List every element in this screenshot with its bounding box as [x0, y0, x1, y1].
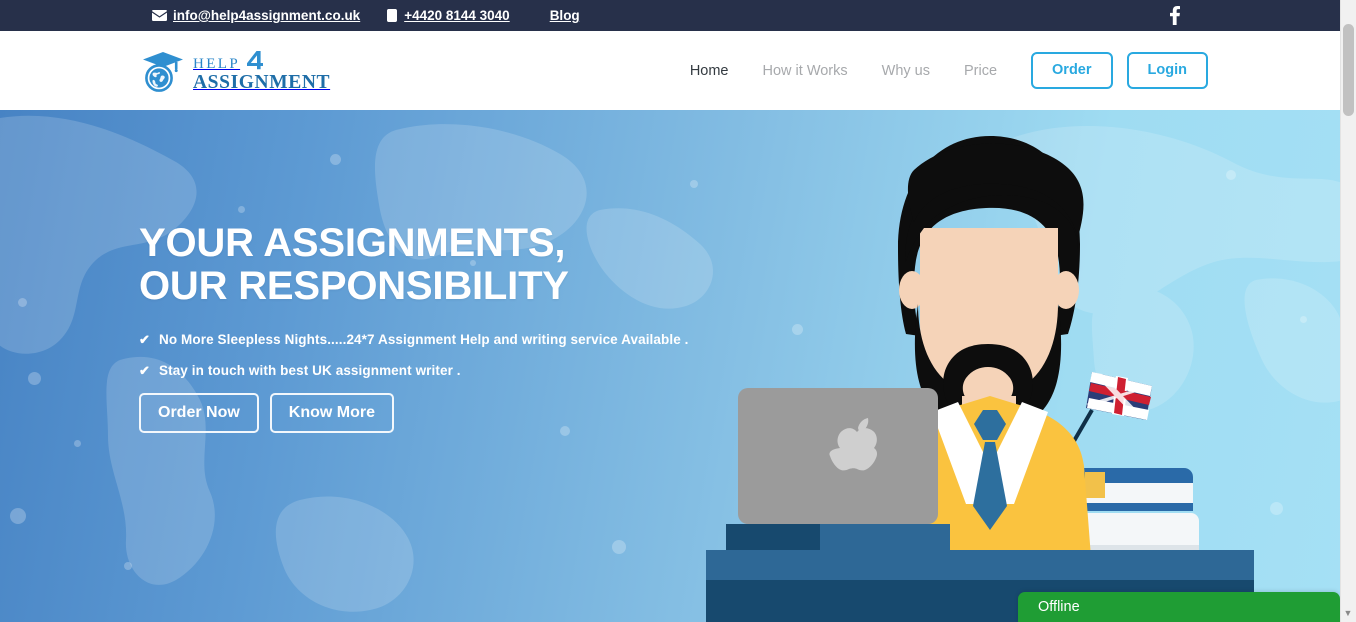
facebook-icon[interactable]: [1170, 6, 1180, 25]
topbar-email-text: info@help4assignment.co.uk: [173, 8, 361, 23]
hero-bullet-item: ✔ No More Sleepless Nights.....24*7 Assi…: [139, 332, 779, 348]
hero-copy: YOUR ASSIGNMENTS, OUR RESPONSIBILITY ✔ N…: [139, 221, 779, 433]
hero-bullet-text: No More Sleepless Nights.....24*7 Assign…: [159, 332, 689, 348]
know-more-button[interactable]: Know More: [269, 392, 395, 433]
topbar-contact-group: info@help4assignment.co.uk +4420 8144 30…: [152, 8, 580, 23]
nav-link-why-us[interactable]: Why us: [882, 63, 930, 79]
topbar-blog-link[interactable]: Blog: [550, 8, 580, 23]
top-utility-bar: info@help4assignment.co.uk +4420 8144 30…: [0, 0, 1340, 31]
topbar-email-link[interactable]: info@help4assignment.co.uk: [152, 8, 360, 23]
site-logo[interactable]: HELP ASSIGNMENT: [140, 45, 330, 97]
nav-link-home[interactable]: Home: [690, 63, 729, 79]
order-now-button[interactable]: Order Now: [139, 392, 259, 433]
logo-help-text: HELP: [193, 55, 241, 72]
order-button[interactable]: Order: [1031, 52, 1113, 89]
student-at-desk-illustration: [706, 136, 1254, 622]
topbar-phone-link[interactable]: +4420 8144 3040: [386, 8, 510, 23]
check-icon: ✔: [139, 332, 150, 348]
chat-status-label: Offline: [1038, 599, 1080, 615]
nav-link-how-it-works[interactable]: How it Works: [763, 63, 848, 79]
check-icon: ✔: [139, 362, 150, 378]
hero-bullet-list: ✔ No More Sleepless Nights.....24*7 Assi…: [139, 332, 779, 379]
envelope-icon: [152, 10, 167, 21]
hero-cta-group: Order Now Know More: [139, 392, 779, 433]
page-viewport: info@help4assignment.co.uk +4420 8144 30…: [0, 0, 1340, 622]
topbar-phone-text: +4420 8144 3040: [404, 8, 510, 23]
logo-wordmark: HELP ASSIGNMENT: [193, 50, 330, 93]
hero-bullet-text: Stay in touch with best UK assignment wr…: [159, 362, 461, 378]
logo-four-icon: [242, 50, 264, 74]
hero-bullet-item: ✔ Stay in touch with best UK assignment …: [139, 363, 779, 379]
login-button[interactable]: Login: [1126, 52, 1208, 89]
scrollbar-thumb[interactable]: [1343, 24, 1354, 116]
graduation-cap-globe-icon: [140, 48, 186, 94]
union-jack-flag-icon: [1086, 372, 1152, 420]
phone-icon: [386, 9, 398, 22]
nav-link-price[interactable]: Price: [964, 63, 997, 79]
topbar-social-group: [1170, 0, 1180, 31]
main-navigation: Home How it Works Why us Price Order Log…: [690, 31, 1208, 110]
hero-section: YOUR ASSIGNMENTS, OUR RESPONSIBILITY ✔ N…: [0, 110, 1340, 622]
chevron-down-icon[interactable]: ▼: [1343, 608, 1353, 618]
browser-scrollbar[interactable]: ▼: [1340, 0, 1356, 622]
chat-widget[interactable]: Offline: [1018, 592, 1340, 622]
topbar-blog-text: Blog: [549, 8, 580, 23]
hero-headline: YOUR ASSIGNMENTS, OUR RESPONSIBILITY: [139, 221, 569, 309]
logo-assignment-text: ASSIGNMENT: [193, 71, 331, 93]
site-header: HELP ASSIGNMENT Home How it Works Why us…: [0, 31, 1340, 110]
